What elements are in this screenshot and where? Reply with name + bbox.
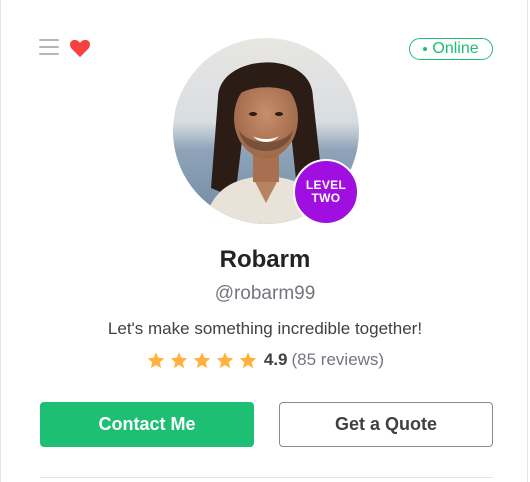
heart-icon[interactable] <box>69 38 91 58</box>
star-rating <box>146 351 258 370</box>
star-icon <box>216 351 234 368</box>
hamburger-icon[interactable] <box>39 39 59 57</box>
online-status-badge: Online <box>409 38 493 60</box>
get-a-quote-button[interactable]: Get a Quote <box>279 402 493 447</box>
seller-name[interactable]: Robarm <box>1 246 529 274</box>
seller-handle: @robarm99 <box>214 283 316 304</box>
level-badge-line2: TWO <box>311 191 341 205</box>
star-icon <box>170 351 188 368</box>
divider <box>40 477 493 478</box>
rating-score: 4.9 <box>263 350 288 369</box>
star-icon <box>147 351 165 368</box>
seller-level-badge: LEVEL TWO <box>293 159 359 225</box>
rating-row: 4.9 (85 reviews) <box>1 350 529 370</box>
seller-card: Online LEVEL TWO Robarm @robarm99 Let's … <box>0 0 528 482</box>
review-count[interactable]: (85 reviews) <box>292 350 385 370</box>
contact-me-button[interactable]: Contact Me <box>40 402 254 447</box>
star-icon <box>193 351 211 368</box>
star-icon <box>239 351 257 368</box>
online-dot-icon <box>423 47 428 51</box>
seller-tagline: Let's make something incredible together… <box>107 319 423 338</box>
online-status-label: Online <box>432 40 479 57</box>
